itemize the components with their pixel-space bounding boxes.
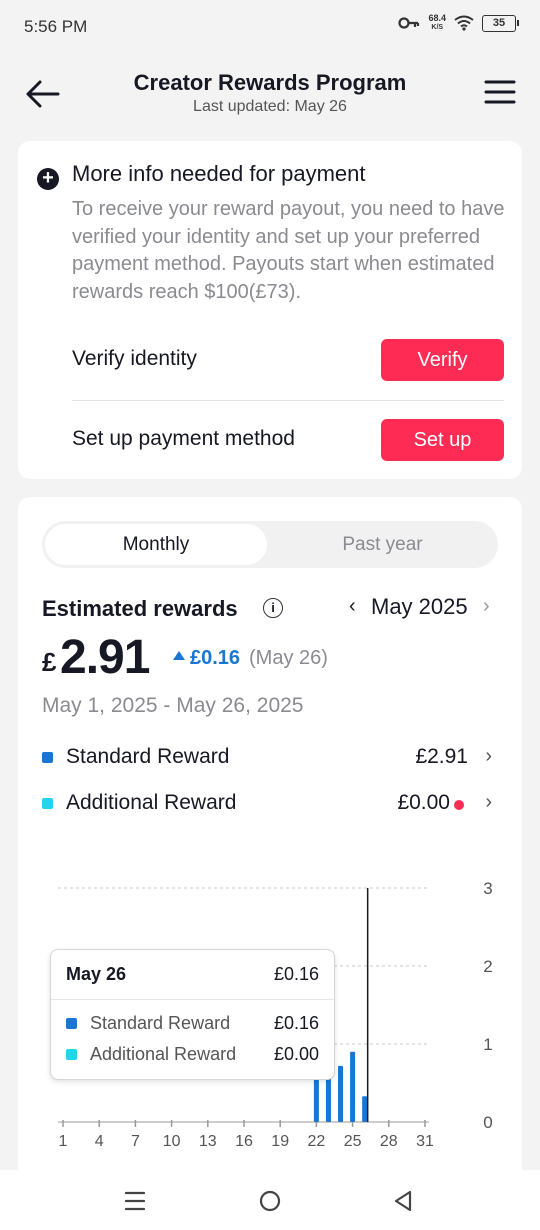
back-triangle-icon[interactable] (392, 1189, 414, 1213)
payment-method-label: Set up payment method (72, 427, 295, 450)
set-up-button[interactable]: Set up (381, 419, 504, 461)
net-speed: 68.4 K/S (428, 14, 446, 32)
tooltip-additional-swatch (66, 1049, 77, 1060)
wifi-icon (454, 15, 474, 31)
verify-button[interactable]: Verify (381, 339, 504, 381)
plus-circle-icon: + (37, 168, 59, 190)
header: Creator Rewards Program Last updated: Ma… (0, 58, 540, 128)
reward-bar (362, 1096, 368, 1122)
x-tick-label: 4 (95, 1133, 104, 1150)
x-tick-label: 28 (380, 1133, 398, 1150)
tooltip-date: May 26 (66, 964, 127, 984)
x-tick-label: 31 (416, 1133, 434, 1150)
x-tick-label: 16 (235, 1133, 253, 1150)
x-tick-label: 19 (271, 1133, 289, 1150)
x-tick-label: 1 (59, 1133, 68, 1150)
x-tick-label: 7 (131, 1133, 140, 1150)
recent-apps-icon[interactable] (124, 1190, 146, 1212)
tooltip-total: £0.16 (273, 964, 319, 984)
tooltip-standard-label: Standard Reward (90, 1013, 231, 1033)
reward-bar (338, 1065, 344, 1122)
status-icons: 68.4 K/S 35 (398, 14, 519, 32)
tooltip-additional-label: Additional Reward (90, 1044, 237, 1064)
last-updated: Last updated: May 26 (193, 98, 347, 115)
y-tick-label: 2 (483, 957, 492, 976)
verify-identity-label: Verify identity (72, 347, 197, 370)
net-speed-unit: K/S (431, 24, 444, 31)
home-icon[interactable] (258, 1189, 282, 1213)
tooltip-row-standard: Standard Reward £0.16 (66, 1013, 319, 1035)
payment-info-description: To receive your reward payout, you need … (72, 198, 505, 303)
status-time: 5:56 PM (24, 17, 88, 36)
reward-bar (350, 1051, 356, 1122)
y-tick-label: 0 (483, 1113, 492, 1132)
tooltip-divider (51, 999, 334, 1000)
y-tick-label: 3 (483, 879, 492, 898)
battery-icon: 35 (482, 14, 519, 32)
x-tick-label: 10 (163, 1133, 181, 1150)
divider (72, 400, 504, 401)
status-bar: 5:56 PM 68.4 K/S 35 (0, 0, 540, 56)
hamburger-menu-icon[interactable] (484, 76, 516, 108)
net-speed-value: 68.4 (428, 13, 446, 23)
x-tick-label: 22 (308, 1133, 326, 1150)
estimated-rewards-card: Monthly Past year Estimated rewards i ‹ … (18, 497, 522, 1197)
tooltip-standard-value: £0.16 (273, 1013, 319, 1033)
page-title: Creator Rewards Program (133, 70, 407, 95)
key-icon (398, 17, 420, 29)
chart-tooltip: May 26 £0.16 Standard Reward £0.16 Addit… (50, 949, 335, 1080)
tooltip-standard-swatch (66, 1018, 77, 1029)
y-tick-label: 1 (483, 1035, 492, 1054)
x-tick-label: 25 (344, 1133, 362, 1150)
tooltip-row-additional: Additional Reward £0.00 (66, 1044, 319, 1066)
daily-rewards-chart: 01231 4 7 10 13 16 19 22 25 28 31 (58, 879, 493, 1150)
x-tick-label: 13 (199, 1133, 217, 1150)
system-nav-bar (0, 1170, 540, 1230)
payment-info-title: More info needed for payment (72, 161, 366, 186)
tooltip-additional-value: £0.00 (273, 1044, 319, 1064)
payment-info-card: + More info needed for payment To receiv… (18, 141, 522, 479)
